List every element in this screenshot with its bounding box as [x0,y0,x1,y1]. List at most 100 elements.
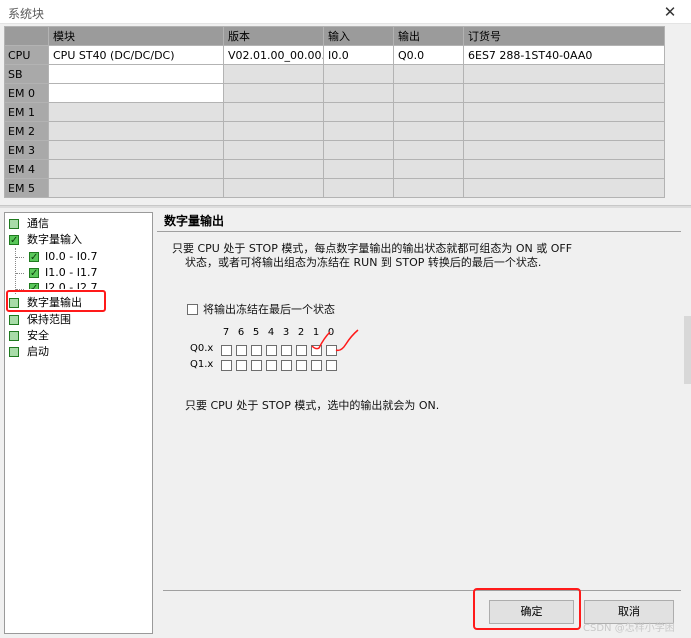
q1-bit1-checkbox[interactable] [311,360,322,371]
version-cell [223,178,324,198]
watermark: CSDN @怎样小学困 [583,623,675,634]
output-cell: Q0.0 [393,45,464,65]
checkbox-icon[interactable] [29,281,39,289]
input-cell [323,64,394,84]
table-row[interactable]: EM 1 [4,102,665,122]
close-icon[interactable]: ✕ [660,2,680,22]
version-cell [223,121,324,141]
tree-item-label: I1.0 - I1.7 [45,266,98,279]
module-cell[interactable] [48,178,224,198]
row-header: EM 1 [4,102,49,122]
q0-bit3-checkbox[interactable] [281,345,292,356]
row-label-q0: Q0.x [190,343,214,354]
row-header: EM 5 [4,178,49,198]
checkbox-icon[interactable] [29,250,39,266]
highlight-annotation [6,290,106,312]
tree-item-label: I0.0 - I0.7 [45,250,98,263]
row-header: EM 0 [4,83,49,103]
stop-mode-note: 只要 CPU 处于 STOP 模式，选中的输出就会为 ON. [185,399,440,412]
freeze-outputs-checkbox[interactable] [187,304,198,315]
module-cell[interactable] [48,102,224,122]
version-cell [223,140,324,160]
tree-item-i2[interactable]: I2.0 - I2.7 [25,280,145,289]
tree-item-i1[interactable]: I1.0 - I1.7 [25,265,145,282]
tree-item-label: 保持范围 [27,313,71,326]
bit-label: 5 [252,327,260,338]
table-row[interactable]: EM 0 [4,83,665,103]
output-cell [393,159,464,179]
module-cell[interactable] [48,140,224,160]
heading-separator [157,231,681,232]
q1-bit7-checkbox[interactable] [221,360,232,371]
input-cell [323,178,394,198]
row-label-q1: Q1.x [190,359,214,370]
output-cell [393,178,464,198]
table-row[interactable]: EM 5 [4,178,665,198]
order-cell [463,140,665,160]
tree-item-startup[interactable]: 启动 [9,344,139,360]
tree-item-retentive-range[interactable]: 保持范围 [9,312,139,328]
order-cell [463,159,665,179]
footer-separator [163,590,681,591]
tree-connector [16,257,24,258]
version-cell [223,83,324,103]
q0-bit4-checkbox[interactable] [266,345,277,356]
table-header-row: 模块 版本 输入 输出 订货号 [4,26,665,46]
input-cell [323,83,394,103]
table-row[interactable]: SB [4,64,665,84]
row-header: SB [4,64,49,84]
module-cell[interactable] [48,64,224,84]
input-cell: I0.0 [323,45,394,65]
checkbox-icon[interactable] [9,347,19,357]
input-cell [323,140,394,160]
row-header: EM 4 [4,159,49,179]
q1-bit4-checkbox[interactable] [266,360,277,371]
order-cell [463,102,665,122]
version-cell [223,102,324,122]
edge-scrollbar [684,316,691,384]
title-bar [0,0,691,24]
order-cell [463,121,665,141]
order-cell [463,64,665,84]
tree-connector [16,273,24,274]
q0-bit5-checkbox[interactable] [251,345,262,356]
version-cell: V02.01.00_00.00... [223,45,324,65]
table-row[interactable]: EM 3 [4,140,665,160]
module-cell[interactable] [48,83,224,103]
q0-bit6-checkbox[interactable] [236,345,247,356]
output-cell [393,83,464,103]
q1-bit2-checkbox[interactable] [296,360,307,371]
freeze-outputs-label: 将输出冻结在最后一个状态 [203,303,335,316]
bit-label: 2 [297,327,305,338]
version-cell [223,64,324,84]
bit-label: 6 [237,327,245,338]
q0-bit2-checkbox[interactable] [296,345,307,356]
window-title: 系统块 [8,7,45,21]
q1-bit5-checkbox[interactable] [251,360,262,371]
table-row[interactable]: EM 4 [4,159,665,179]
q0-bit7-checkbox[interactable] [221,345,232,356]
checkbox-icon[interactable] [9,331,19,341]
tree-item-security[interactable]: 安全 [9,328,139,344]
q1-bit3-checkbox[interactable] [281,360,292,371]
splitter[interactable] [0,205,691,208]
bit-label: 3 [282,327,290,338]
table-row[interactable]: CPU CPU ST40 (DC/DC/DC) V02.01.00_00.00.… [4,45,665,65]
checkbox-icon[interactable] [9,219,19,229]
tree-item-i0[interactable]: I0.0 - I0.7 [25,249,145,266]
checkbox-icon[interactable] [9,315,19,325]
column-header-output: 输出 [393,26,464,46]
module-cell[interactable] [48,121,224,141]
table-row[interactable]: EM 2 [4,121,665,141]
tree-item-label: I2.0 - I2.7 [45,281,98,289]
highlight-annotation [473,588,581,630]
tree-item-digital-input[interactable]: 数字量输入 [9,232,139,249]
checkbox-icon[interactable] [9,233,19,249]
module-cell[interactable]: CPU ST40 (DC/DC/DC) [48,45,224,65]
panel-heading: 数字量输出 [164,214,225,228]
q1-bit6-checkbox[interactable] [236,360,247,371]
tree-item-communication[interactable]: 通信 [9,216,139,232]
q1-bit0-checkbox[interactable] [326,360,337,371]
module-cell[interactable] [48,159,224,179]
checkbox-icon[interactable] [29,266,39,282]
